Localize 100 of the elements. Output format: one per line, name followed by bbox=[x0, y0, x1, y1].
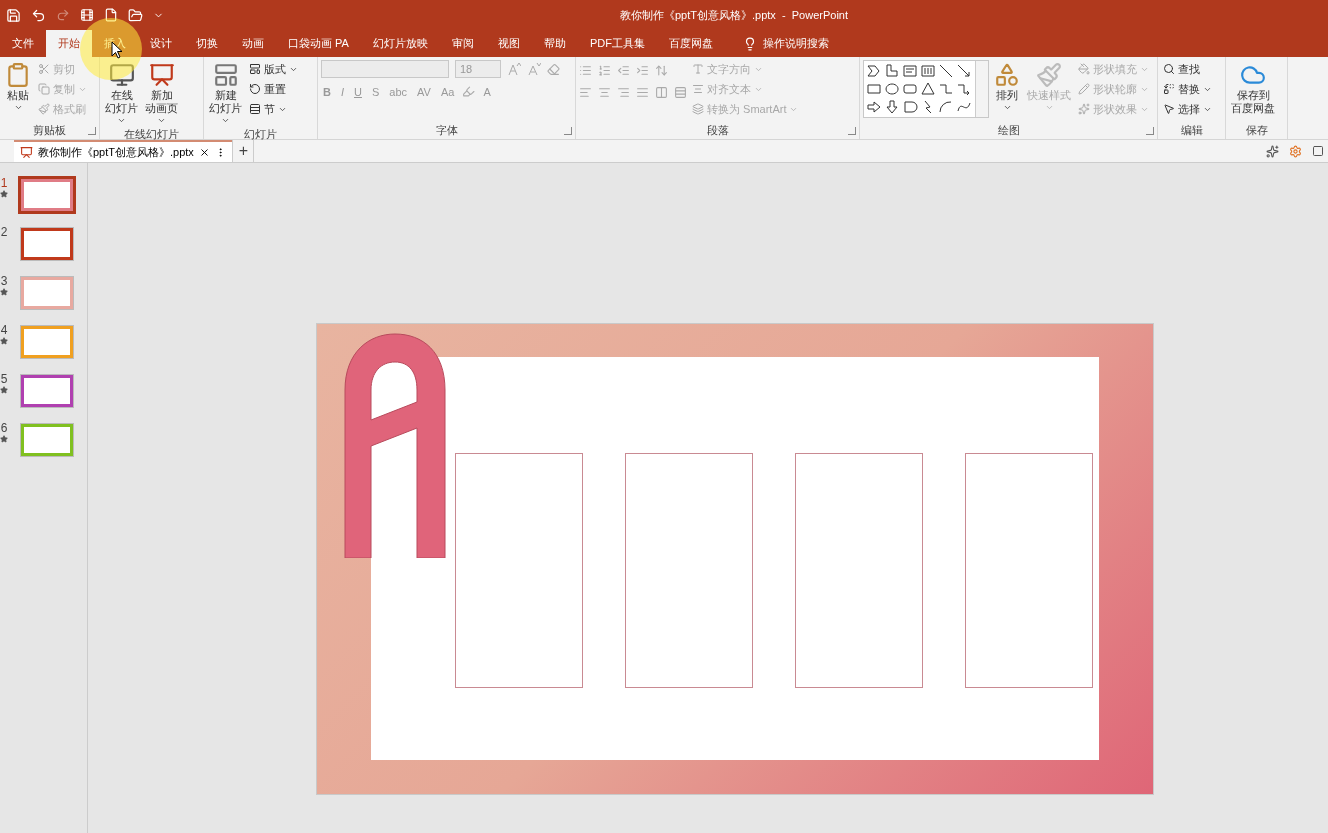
layout-icon[interactable] bbox=[249, 63, 261, 75]
slide-number: 5 bbox=[0, 372, 8, 386]
reset-icon[interactable] bbox=[249, 83, 261, 95]
line-spacing-icon[interactable] bbox=[655, 64, 668, 77]
dialog-launcher-icon[interactable] bbox=[88, 127, 96, 135]
tell-me-search[interactable]: 操作说明搜索 bbox=[736, 30, 835, 57]
ribbon-button[interactable]: 选择 bbox=[1161, 100, 1214, 118]
group-label: 编辑 bbox=[1180, 123, 1203, 138]
eraser-icon[interactable] bbox=[547, 62, 560, 76]
monitor-icon[interactable] bbox=[108, 62, 135, 88]
redo-icon[interactable] bbox=[56, 8, 70, 22]
caret-icon[interactable] bbox=[221, 116, 230, 125]
shapes-icon[interactable] bbox=[994, 62, 1020, 88]
slide-thumbnail[interactable] bbox=[20, 374, 74, 408]
menu-tab[interactable]: 文件 bbox=[0, 30, 46, 57]
dialog-launcher-icon[interactable] bbox=[1146, 127, 1154, 135]
ribbon-button[interactable]: 版式 bbox=[247, 60, 300, 78]
new-tab-button[interactable]: + bbox=[231, 140, 254, 162]
align-center-icon[interactable] bbox=[598, 86, 611, 99]
ribbon-button[interactable]: 重置 bbox=[247, 80, 300, 98]
window-icon[interactable] bbox=[1312, 145, 1324, 157]
ribbon-button[interactable]: 替换 bbox=[1161, 80, 1214, 98]
shape-icon[interactable] bbox=[938, 99, 954, 115]
ribbon-button[interactable]: 排列 bbox=[992, 60, 1022, 114]
close-icon[interactable] bbox=[198, 146, 210, 158]
ribbon-button[interactable]: 保存到 百度网盘 bbox=[1229, 60, 1277, 117]
indent-icon[interactable] bbox=[636, 64, 649, 77]
shape-icon[interactable] bbox=[866, 63, 882, 79]
group-label: 在线幻灯片 bbox=[124, 127, 179, 141]
group-label: 段落 bbox=[706, 123, 729, 138]
rows-icon[interactable] bbox=[674, 86, 687, 99]
new-slide-icon[interactable] bbox=[212, 62, 239, 88]
align-left-icon[interactable] bbox=[579, 86, 592, 99]
ribbon-button[interactable]: 粘贴 bbox=[3, 60, 33, 114]
slide-thumbnail[interactable] bbox=[20, 276, 74, 310]
ribbon-button[interactable]: 新加 动画页 bbox=[143, 60, 180, 127]
caret-icon[interactable] bbox=[157, 116, 166, 125]
settings-icon[interactable] bbox=[1289, 144, 1302, 158]
justify-icon[interactable] bbox=[636, 86, 649, 99]
slide-number: 3 bbox=[0, 274, 8, 288]
menu-tab[interactable]: 帮助 bbox=[531, 30, 578, 57]
shape-icon[interactable] bbox=[920, 81, 936, 97]
menu-tab[interactable]: 百度网盘 bbox=[656, 30, 725, 57]
group-label: 绘图 bbox=[997, 123, 1020, 138]
slide-thumbnail[interactable] bbox=[18, 176, 76, 214]
grow-font-icon[interactable] bbox=[507, 62, 521, 76]
shape-gallery[interactable] bbox=[863, 60, 989, 118]
shape-icon[interactable] bbox=[884, 99, 900, 115]
window-title: 教你制作《pptT创意风格》.pptx - PowerPoint bbox=[619, 8, 848, 23]
new-file-icon[interactable] bbox=[104, 8, 118, 22]
presentation-icon[interactable] bbox=[148, 62, 175, 88]
menu-tab[interactable]: 审阅 bbox=[439, 30, 486, 57]
slideshow-icon[interactable] bbox=[80, 8, 94, 22]
menu-tab[interactable]: 切换 bbox=[184, 30, 230, 57]
ribbon-button[interactable]: 新建 幻灯片 bbox=[207, 60, 244, 127]
menu-tab[interactable]: 幻灯片放映 bbox=[360, 30, 440, 57]
slide-thumbnail[interactable] bbox=[20, 423, 74, 457]
slide-thumbnail[interactable] bbox=[20, 325, 74, 359]
presentation-icon bbox=[20, 145, 33, 159]
save-icon[interactable] bbox=[6, 7, 21, 23]
dialog-launcher-icon[interactable] bbox=[564, 127, 572, 135]
search-icon[interactable] bbox=[1163, 63, 1175, 75]
shape-icon[interactable] bbox=[956, 63, 972, 79]
section-icon[interactable] bbox=[249, 103, 261, 115]
shape-icon[interactable] bbox=[902, 99, 918, 115]
caret-icon[interactable] bbox=[1002, 103, 1012, 112]
ribbon-button[interactable]: 查找 bbox=[1161, 60, 1214, 78]
slide-number: 1 bbox=[0, 176, 8, 190]
folder-icon[interactable] bbox=[128, 7, 143, 23]
shrink-font-icon[interactable] bbox=[527, 62, 541, 76]
ribbon-button[interactable]: 节 bbox=[247, 100, 300, 118]
caret-icon[interactable] bbox=[13, 103, 23, 112]
replace-icon[interactable] bbox=[1163, 83, 1175, 95]
menu-tab[interactable]: 设计 bbox=[138, 30, 184, 57]
menu-tab[interactable]: 视图 bbox=[485, 30, 532, 57]
menu-tab[interactable]: 动画 bbox=[230, 30, 276, 57]
pointer-icon[interactable] bbox=[1163, 103, 1175, 115]
slide-number: 6 bbox=[0, 421, 8, 435]
sparkle-icon[interactable] bbox=[1266, 144, 1279, 158]
ribbon-button[interactable]: 在线 幻灯片 bbox=[103, 60, 140, 127]
undo-icon[interactable] bbox=[31, 7, 46, 23]
align-right-icon[interactable] bbox=[617, 86, 630, 99]
shape-icon[interactable] bbox=[866, 99, 882, 115]
outdent-icon[interactable] bbox=[617, 64, 630, 77]
clipboard-icon[interactable] bbox=[5, 62, 31, 88]
caret-icon[interactable] bbox=[117, 116, 126, 125]
shape-icon[interactable] bbox=[938, 63, 954, 79]
group-label: 幻灯片 bbox=[244, 127, 277, 141]
numbering-icon[interactable] bbox=[598, 64, 611, 77]
highlighter-icon[interactable] bbox=[462, 85, 476, 98]
slide-thumbnail[interactable] bbox=[20, 227, 74, 261]
menu-tab[interactable]: 口袋动画 PA bbox=[276, 30, 361, 57]
slide-number: 2 bbox=[0, 225, 8, 239]
columns-icon[interactable] bbox=[655, 86, 668, 99]
dialog-launcher-icon[interactable] bbox=[848, 127, 856, 135]
group-label: 字体 bbox=[435, 123, 458, 138]
menu-tab[interactable]: 开始 bbox=[46, 30, 92, 57]
document-tab[interactable]: 教你制作《pptT创意风格》.pptx bbox=[14, 140, 232, 162]
slide-number: 4 bbox=[0, 323, 8, 337]
menu-tab[interactable]: PDF工具集 bbox=[577, 30, 657, 57]
